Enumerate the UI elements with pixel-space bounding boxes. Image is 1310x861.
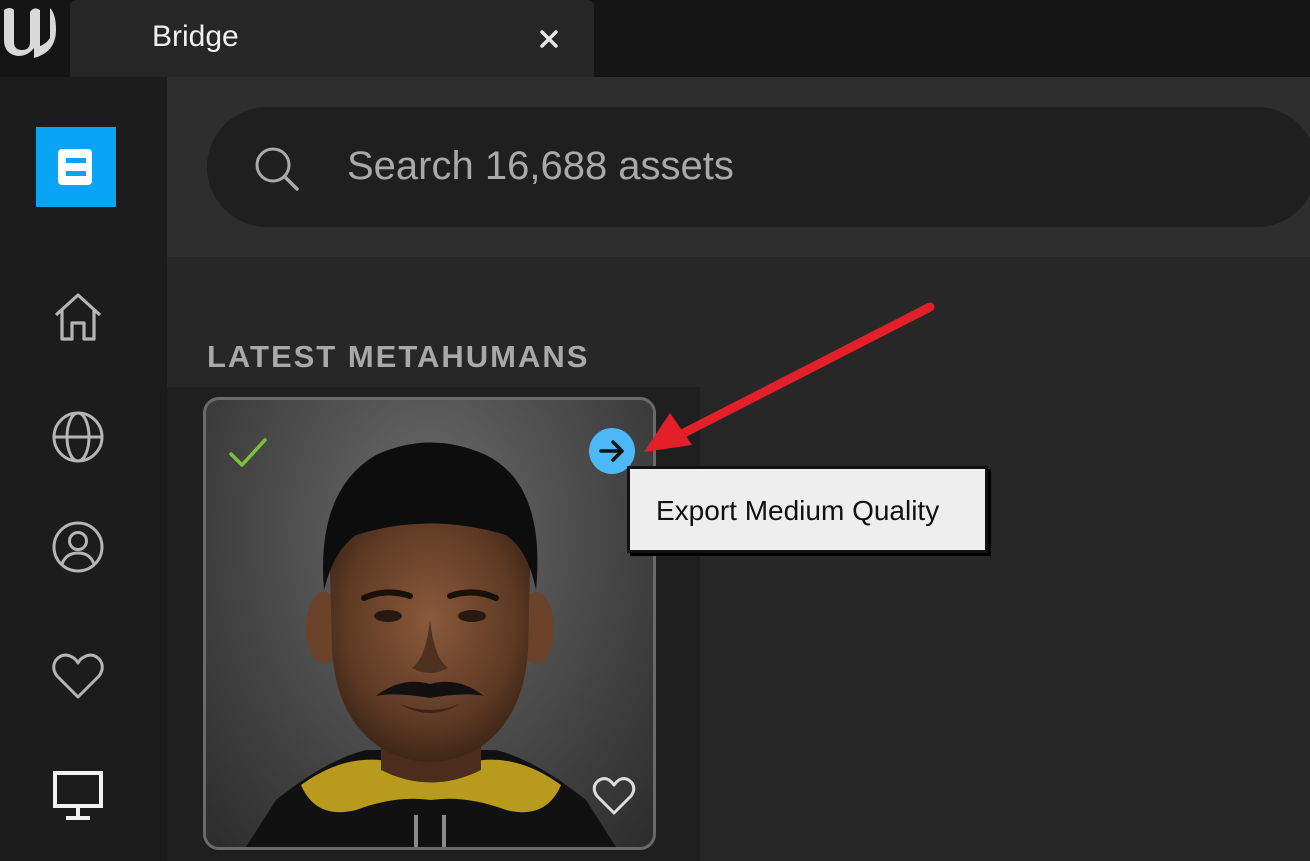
tab-title: Bridge xyxy=(152,20,239,53)
tooltip-text: Export Medium Quality xyxy=(656,495,940,526)
sidebar-item-local[interactable] xyxy=(42,760,114,832)
search-icon xyxy=(255,147,299,191)
search-input[interactable] xyxy=(347,133,1247,199)
user-icon xyxy=(52,521,104,573)
search-bar[interactable] xyxy=(207,107,1310,227)
home-icon xyxy=(54,293,102,341)
sidebar-item-globe[interactable] xyxy=(42,401,114,473)
heart-icon xyxy=(52,653,104,699)
sidebar-item-home[interactable] xyxy=(42,281,114,353)
sidebar xyxy=(0,77,167,861)
section-title: LATEST METAHUMANS xyxy=(207,339,590,374)
monitor-icon xyxy=(53,771,103,820)
close-icon[interactable] xyxy=(532,24,566,54)
sidebar-item-profile[interactable] xyxy=(42,511,114,583)
metahuman-portrait xyxy=(246,442,616,847)
globe-icon xyxy=(52,411,104,463)
checkmark-icon xyxy=(229,438,267,467)
unreal-engine-logo-icon[interactable] xyxy=(0,0,60,60)
search-bar-area xyxy=(167,77,1310,257)
metahuman-card[interactable] xyxy=(203,397,656,850)
tooltip: Export Medium Quality xyxy=(627,466,988,553)
tab-bridge[interactable]: Bridge xyxy=(70,0,594,77)
bridge-logo-icon[interactable] xyxy=(36,127,116,207)
title-bar: Bridge xyxy=(0,0,1310,77)
arrow-right-icon xyxy=(599,440,624,462)
heart-icon[interactable] xyxy=(591,775,637,817)
sidebar-item-favorites[interactable] xyxy=(42,640,114,712)
